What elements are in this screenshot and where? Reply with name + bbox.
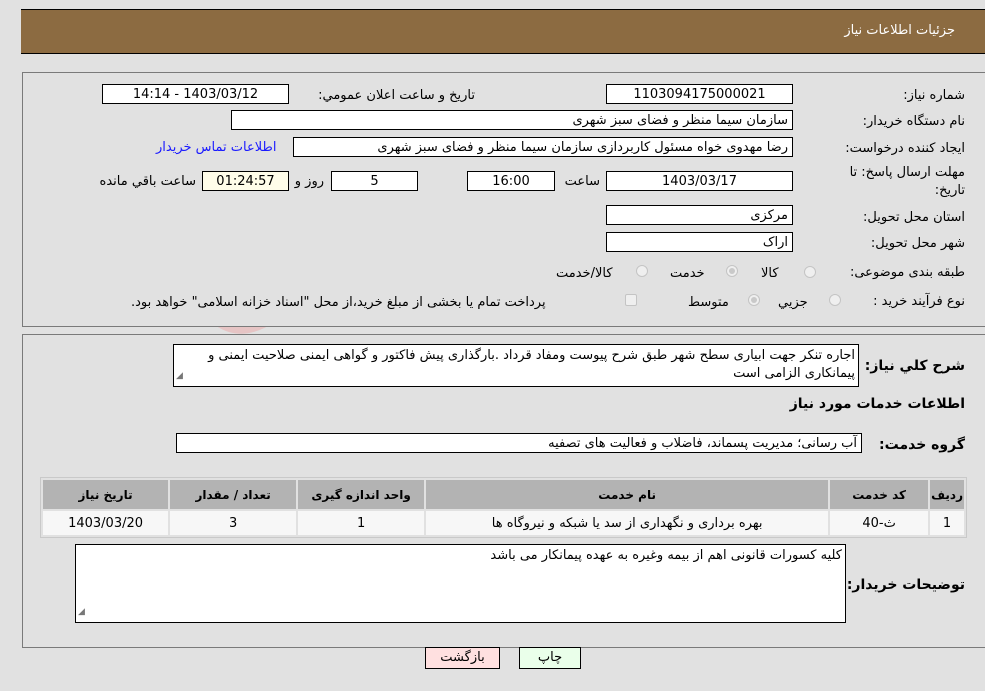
cell-service-name: بهره برداری و نگهداری از سد یا شبکه و نی… — [426, 511, 829, 535]
need-number-label: شماره نياز: — [903, 88, 965, 103]
col-header-service-code: کد خدمت — [830, 480, 929, 509]
services-table: رديف کد خدمت نام خدمت واحد اندازه گيری ت… — [40, 477, 967, 538]
announce-datetime-field[interactable]: 1403/03/12 - 14:14 — [102, 84, 289, 104]
page-header: جزئيات اطلاعات نياز — [21, 9, 985, 54]
province-field[interactable]: مرکزی — [606, 205, 793, 225]
print-button[interactable]: چاپ — [519, 647, 581, 669]
remaining-time-label: ساعت باقي مانده — [99, 174, 196, 189]
category-radio-goods-service[interactable] — [636, 265, 648, 277]
buyer-contact-link[interactable]: اطلاعات تماس خريدار — [156, 140, 276, 155]
back-button[interactable]: بازگشت — [425, 647, 500, 669]
description-label: شرح کلي نياز: — [864, 358, 965, 374]
purchase-type-radio-minor[interactable] — [829, 294, 841, 306]
deadline-time-label: ساعت — [564, 174, 600, 189]
resize-handle-icon[interactable]: ◢ — [78, 603, 85, 621]
category-radio-service[interactable] — [726, 265, 738, 277]
description-textarea[interactable]: اجاره تنکر جهت ابیاری سطح شهر طبق شرح پی… — [173, 344, 859, 387]
remaining-time-field[interactable]: 01:24:57 — [202, 171, 289, 191]
col-header-row-number: رديف — [930, 480, 964, 509]
buyer-org-field[interactable]: سازمان سيما منظر و فضای سبز شهری — [231, 110, 793, 130]
table-row: 1 ث-40 بهره برداری و نگهداری از سد یا شب… — [43, 511, 964, 535]
category-option-goods: کالا — [761, 266, 779, 281]
treasury-checkbox[interactable] — [625, 294, 637, 306]
service-group-field[interactable]: آب رسانی؛ مدیریت پسماند، فاضلاب و فعالیت… — [176, 433, 862, 453]
days-label: روز و — [294, 174, 324, 189]
description-text: اجاره تنکر جهت ابیاری سطح شهر طبق شرح پی… — [208, 348, 855, 381]
resize-handle-icon[interactable]: ◢ — [176, 367, 183, 385]
city-field[interactable]: اراک — [606, 232, 793, 252]
need-number-field[interactable]: 1103094175000021 — [606, 84, 793, 104]
table-header-row: رديف کد خدمت نام خدمت واحد اندازه گيری ت… — [43, 480, 964, 509]
purchase-type-option-medium: متوسط — [688, 295, 729, 310]
deadline-label-line1: مهلت ارسال پاسخ: تا — [849, 165, 965, 180]
category-label: طبقه بندی موضوعی: — [849, 265, 965, 280]
cell-row-number: 1 — [930, 511, 964, 535]
days-remaining-field[interactable]: 5 — [331, 171, 418, 191]
purchase-type-option-minor: جزيي — [778, 295, 808, 310]
category-option-service: خدمت — [670, 266, 705, 281]
city-label: شهر محل تحويل: — [870, 236, 965, 251]
cell-need-date: 1403/03/20 — [43, 511, 169, 535]
creator-field[interactable]: رضا مهدوی خواه مسئول کاربردازی سازمان سی… — [293, 137, 793, 157]
creator-label: ايجاد کننده درخواست: — [845, 141, 965, 156]
col-header-unit: واحد اندازه گيری — [298, 480, 425, 509]
buyer-notes-label: توضيحات خريدار: — [846, 577, 965, 593]
col-header-need-date: تاريخ نياز — [43, 480, 169, 509]
purchase-type-radio-medium[interactable] — [748, 294, 760, 306]
category-radio-goods[interactable] — [804, 266, 816, 278]
cell-unit: 1 — [298, 511, 425, 535]
purchase-type-label: نوع فرآيند خريد : — [873, 294, 965, 309]
buyer-notes-text: کلیه کسورات قانونی اهم از بیمه وغیره به … — [490, 548, 842, 563]
category-option-goods-service: کالا/خدمت — [556, 266, 613, 281]
buyer-notes-textarea[interactable]: کلیه کسورات قانونی اهم از بیمه وغیره به … — [75, 544, 846, 623]
cell-service-code: ث-40 — [830, 511, 929, 535]
col-header-service-name: نام خدمت — [426, 480, 829, 509]
page-title: جزئيات اطلاعات نياز — [844, 23, 955, 38]
buyer-org-label: نام دستگاه خريدار: — [862, 114, 965, 129]
deadline-time-field[interactable]: 16:00 — [467, 171, 555, 191]
cell-quantity: 3 — [170, 511, 297, 535]
deadline-date-field[interactable]: 1403/03/17 — [606, 171, 793, 191]
services-heading: اطلاعات خدمات مورد نياز — [789, 396, 965, 412]
treasury-checkbox-label: پرداخت تمام يا بخشی از مبلغ خريد،از محل … — [131, 295, 546, 310]
col-header-quantity: تعداد / مقدار — [170, 480, 297, 509]
service-group-label: گروه خدمت: — [879, 437, 965, 453]
announce-label: تاريخ و ساعت اعلان عمومي: — [318, 88, 475, 103]
deadline-label-line2: تاريخ: — [934, 183, 965, 198]
province-label: استان محل تحويل: — [863, 210, 965, 225]
